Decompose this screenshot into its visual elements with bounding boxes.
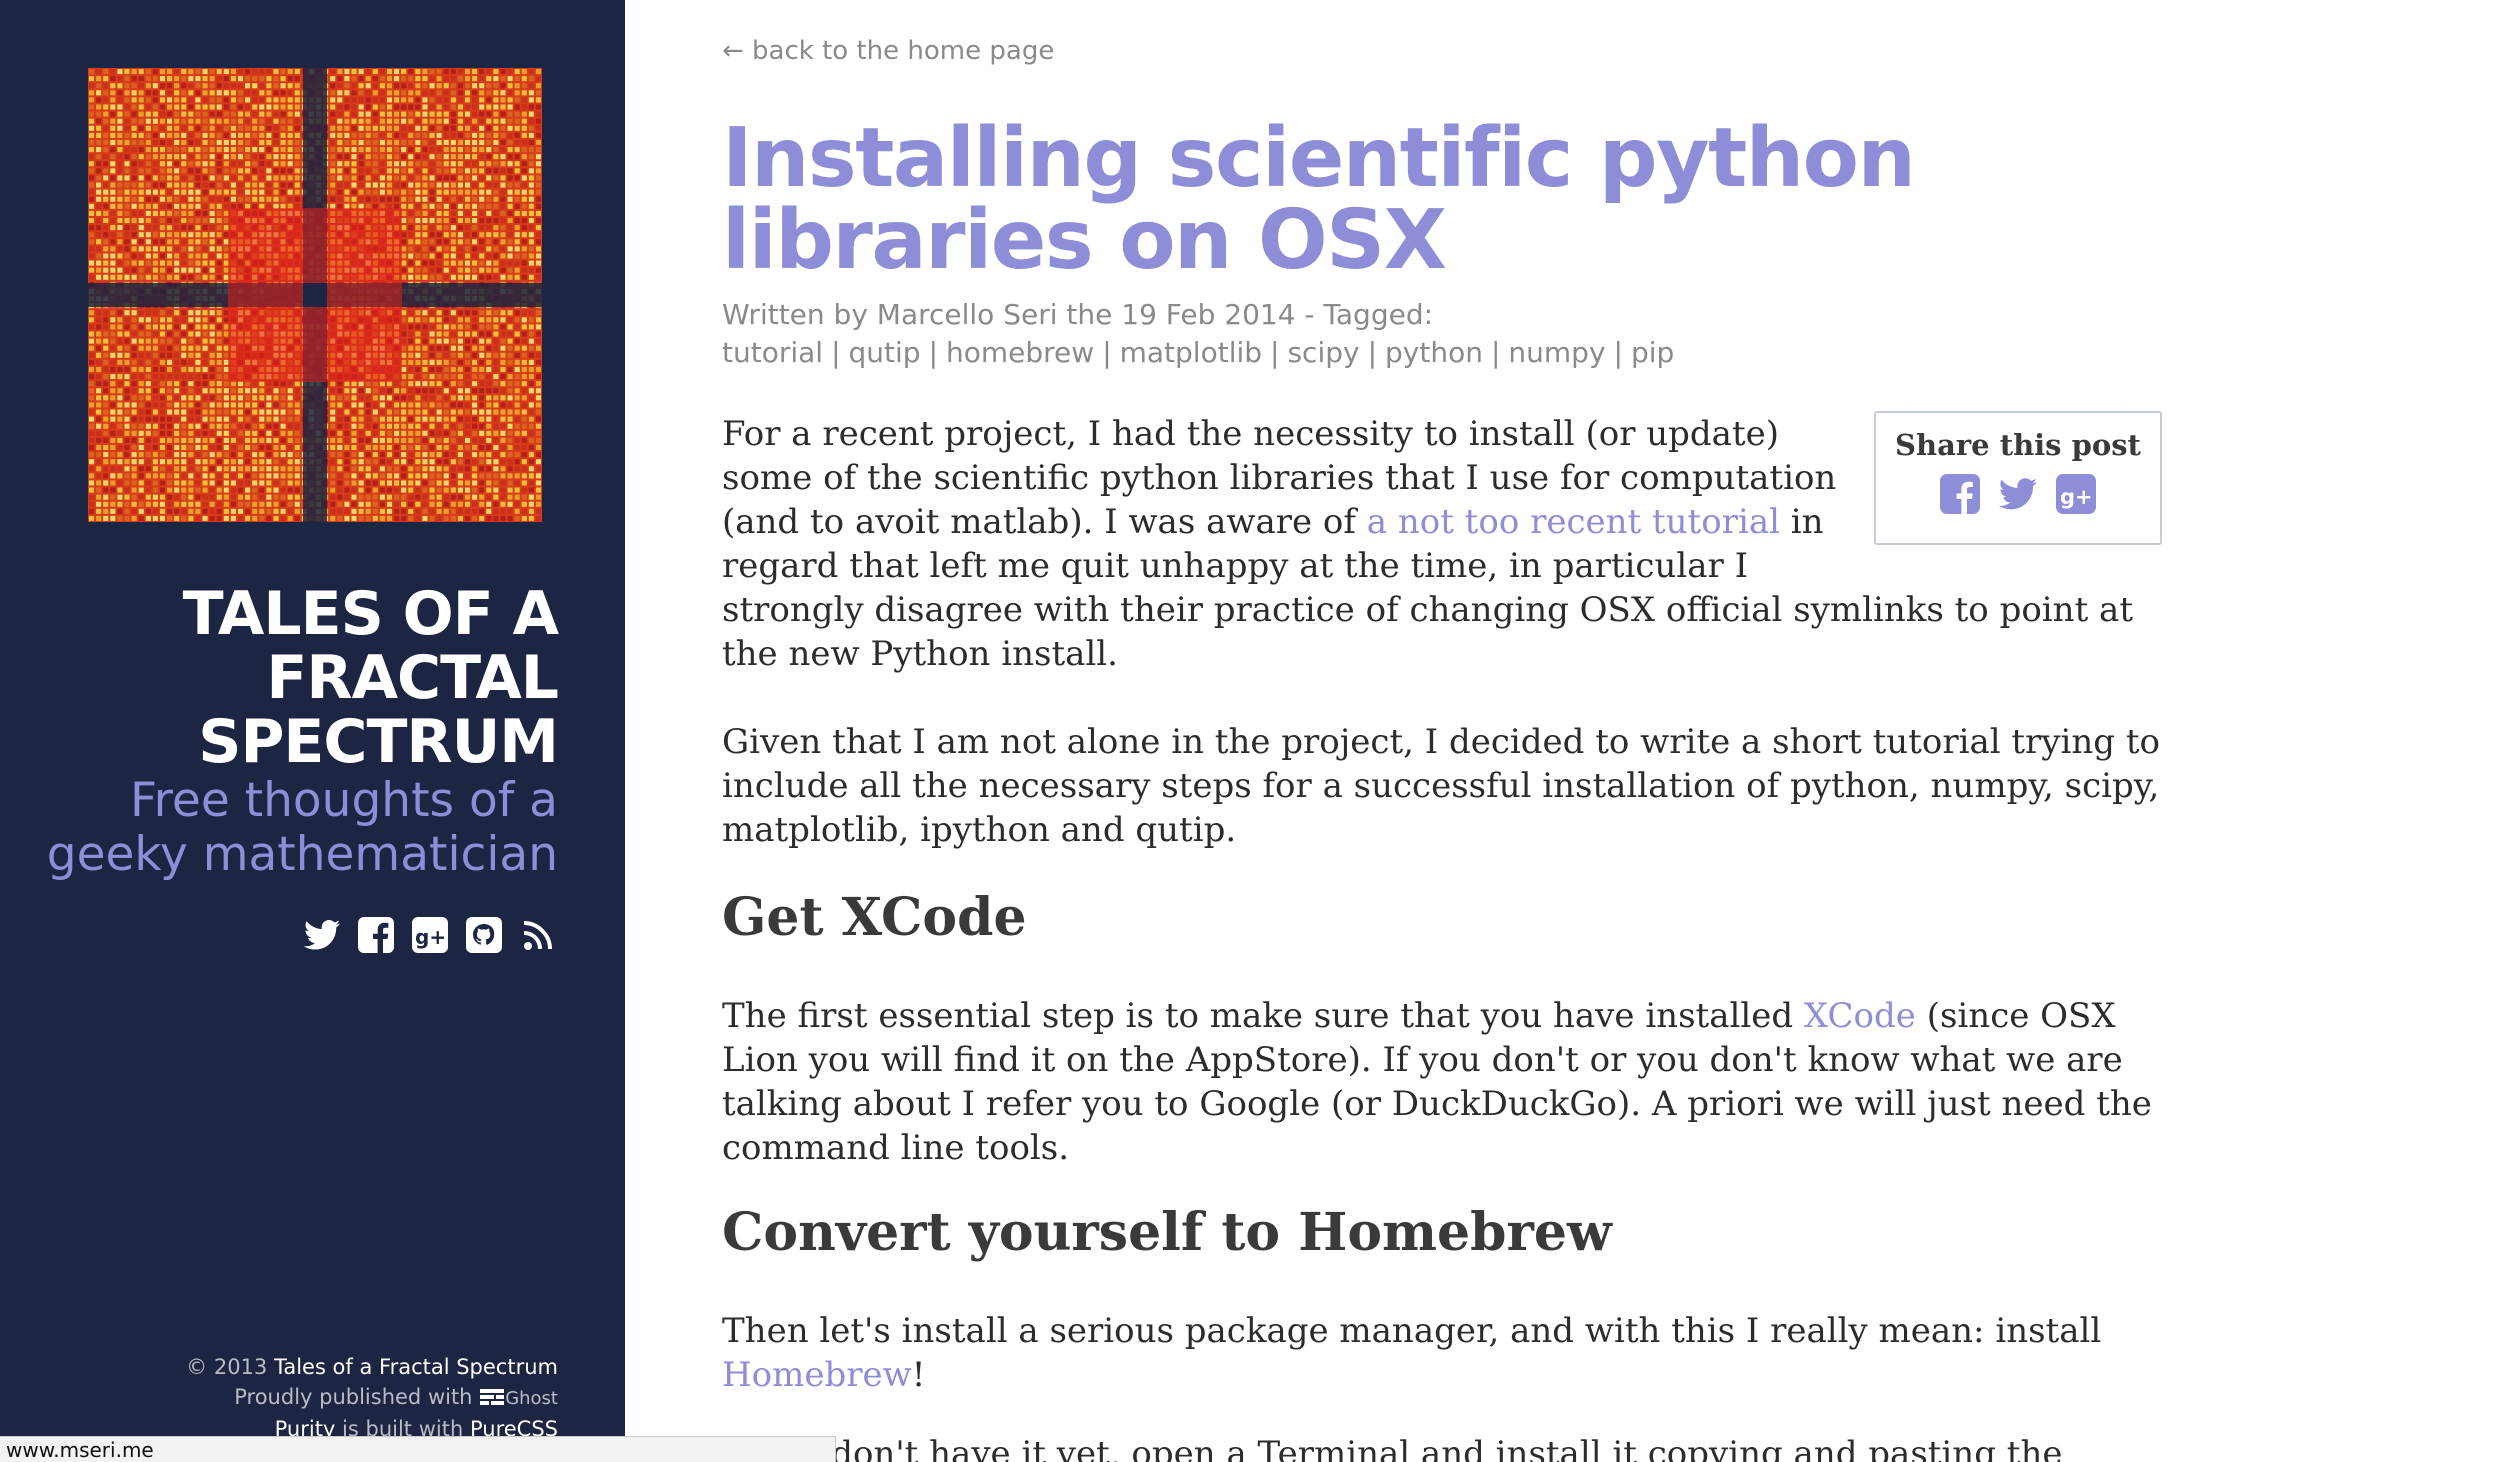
facebook-icon[interactable]: [356, 915, 396, 955]
tag-link[interactable]: matplotlib: [1120, 336, 1262, 369]
blog-title[interactable]: TALES OF A FRACTAL SPECTRUM: [78, 582, 559, 774]
homebrew-link[interactable]: Homebrew: [722, 1355, 912, 1395]
tag-separator: |: [1490, 336, 1501, 369]
paragraph: If you don't have it yet, open a Termina…: [722, 1434, 2063, 1462]
tag-link[interactable]: python: [1385, 336, 1483, 369]
fractal-logo-image[interactable]: [88, 68, 542, 522]
twitter-icon[interactable]: [302, 915, 342, 955]
ghost-label: Ghost: [505, 1388, 558, 1409]
google-plus-icon[interactable]: g+: [410, 915, 450, 955]
browser-status-bar: www.mseri.me: [0, 1436, 836, 1462]
tag-separator: |: [831, 336, 841, 369]
old-tutorial-link[interactable]: a not too recent tutorial: [1367, 502, 1780, 542]
paragraph: Given that I am not alone in the project…: [722, 722, 2160, 850]
heading-get-xcode: Get XCode: [722, 887, 1027, 948]
tag-separator: |: [1367, 336, 1378, 369]
published-line: Proudly published with Ghost: [186, 1382, 558, 1414]
tag-link[interactable]: pip: [1631, 336, 1674, 369]
rss-icon[interactable]: [518, 915, 558, 955]
paragraph-text: !: [911, 1355, 926, 1395]
paragraph: Then let's install a serious package man…: [722, 1309, 2172, 1397]
ghost-link[interactable]: Ghost: [479, 1385, 558, 1409]
sidebar: TALES OF A FRACTAL SPECTRUM Free thought…: [0, 0, 625, 1462]
blog-tagline: Free thoughts of a geeky mathematician: [46, 773, 558, 882]
svg-text:g+: g+: [415, 925, 446, 949]
social-links: g+: [302, 915, 558, 955]
paragraph-text: The first essential step is to make sure…: [722, 996, 1804, 1036]
tag-link[interactable]: tutorial: [722, 336, 823, 369]
twitter-icon[interactable]: [1997, 473, 2039, 515]
share-box: Share this post g+: [1874, 411, 2162, 545]
copyright-line: © 2013 Tales of a Fractal Spectrum: [186, 1352, 558, 1382]
github-icon[interactable]: [464, 915, 504, 955]
tag-separator: |: [1613, 336, 1623, 369]
paragraph-text: Then let's install a serious package man…: [722, 1311, 2102, 1351]
heading-homebrew: Convert yourself to Homebrew: [722, 1202, 1612, 1263]
xcode-link[interactable]: XCode: [1804, 996, 1916, 1036]
tag-link[interactable]: numpy: [1508, 336, 1605, 369]
tag-link[interactable]: homebrew: [946, 336, 1094, 369]
tag-separator: |: [928, 336, 938, 369]
published-prefix: Proudly published with: [234, 1385, 473, 1409]
svg-text:g+: g+: [2060, 485, 2093, 509]
google-plus-icon[interactable]: g+: [2055, 473, 2097, 515]
post-meta: Written by Marcello Seri the 19 Feb 2014…: [722, 296, 2142, 372]
tag-link[interactable]: qutip: [849, 336, 921, 369]
share-title: Share this post: [1895, 428, 2141, 462]
tag-separator: |: [1102, 336, 1112, 369]
ghost-icon: [480, 1389, 505, 1405]
copyright-prefix: © 2013: [186, 1355, 268, 1379]
tag-link[interactable]: scipy: [1287, 336, 1359, 369]
copyright-site-link[interactable]: Tales of a Fractal Spectrum: [274, 1355, 558, 1379]
post-meta-prefix: Written by Marcello Seri the 19 Feb 2014…: [722, 298, 1434, 331]
paragraph: The first essential step is to make sure…: [722, 994, 2172, 1170]
share-icons: g+: [1876, 473, 2160, 515]
tag-separator: |: [1270, 336, 1280, 369]
facebook-icon[interactable]: [1939, 473, 1981, 515]
post-title[interactable]: Installing scientific python libraries o…: [722, 118, 2162, 282]
sidebar-footer: © 2013 Tales of a Fractal Spectrum Proud…: [186, 1352, 558, 1444]
back-to-home-link[interactable]: ← back to the home page: [722, 36, 1054, 66]
paragraph: Share this post g+ For a recent project,…: [722, 411, 2172, 676]
